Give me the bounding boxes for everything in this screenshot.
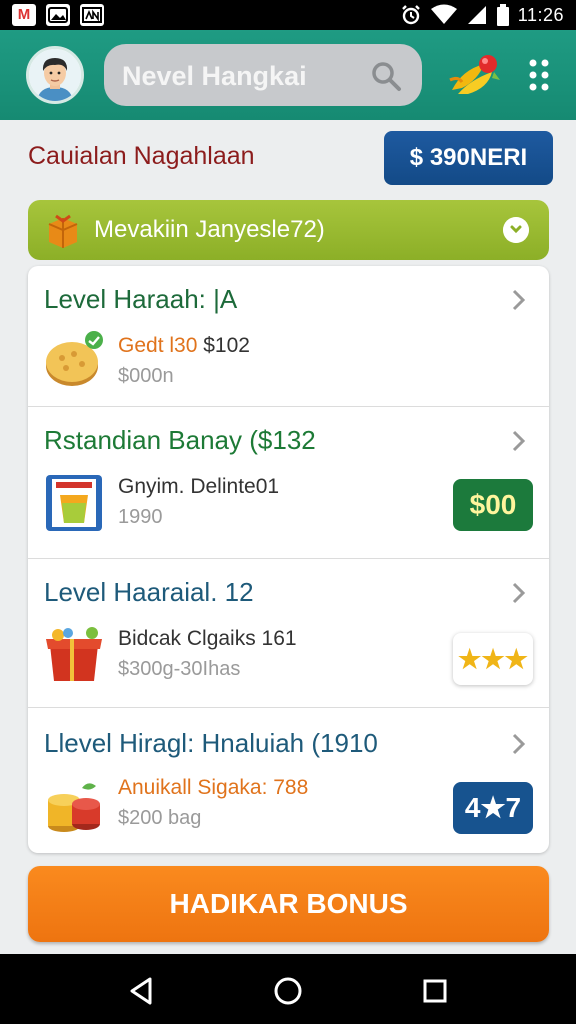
card-title: Level Haraah: |A bbox=[44, 284, 238, 314]
level-badge[interactable]: 4★7 bbox=[453, 782, 533, 834]
more-icon[interactable] bbox=[526, 56, 552, 94]
banner-text: Mevakiin Janyesle72) bbox=[94, 216, 325, 243]
chevron-right-icon[interactable] bbox=[509, 732, 527, 756]
card-detail: Gnyim. Delinte01 bbox=[118, 475, 280, 498]
battery-icon bbox=[496, 4, 509, 26]
card-subdetail: $300g-30Ihas bbox=[118, 658, 241, 680]
rating-badge[interactable]: ★★★ bbox=[453, 633, 533, 685]
card-detail: Gedt l30 $102 bbox=[118, 334, 250, 358]
signal-icon bbox=[467, 6, 486, 24]
gmail-icon: M bbox=[12, 4, 36, 26]
search-bar[interactable]: Nevel Hangkai bbox=[104, 44, 422, 106]
card-title-text: Llevel Hiragl: Hnaluiah (1910 bbox=[44, 728, 378, 758]
level-list: Level Haraah: |A Gedt l30 $102 $000n Rst… bbox=[28, 266, 549, 853]
coin-stack-icon bbox=[48, 783, 100, 832]
avatar[interactable] bbox=[26, 46, 84, 104]
chevron-right-icon[interactable] bbox=[509, 581, 527, 605]
chevron-right-icon[interactable] bbox=[509, 429, 527, 453]
alarm-icon bbox=[401, 5, 420, 25]
reward-badge[interactable]: $00 bbox=[453, 479, 533, 531]
gift-icon bbox=[48, 214, 78, 248]
card-title: Llevel Hiragl: Hnaluiah (1910 bbox=[44, 728, 378, 759]
bonus-button[interactable]: HADIKAR BONUS bbox=[28, 866, 549, 942]
card-detail: Anuikall Sigaka: 788 bbox=[118, 776, 309, 799]
mission-banner[interactable]: Mevakiin Janyesle72) bbox=[28, 200, 549, 260]
wifi-icon bbox=[430, 4, 457, 24]
app-bar: Nevel Hangkai bbox=[0, 30, 576, 120]
list-item[interactable]: Level Haaraial. 12 Bidcak Clgaiks 161 $3… bbox=[28, 559, 549, 708]
back-icon[interactable] bbox=[124, 974, 158, 1008]
gift-box-icon bbox=[46, 627, 102, 681]
navigation-bar bbox=[0, 954, 576, 1024]
card-detail: Bidcak Clgaiks 161 bbox=[118, 627, 297, 650]
status-bar: M 11:26 bbox=[0, 0, 576, 30]
chevron-right-icon[interactable] bbox=[503, 217, 529, 243]
photos-icon bbox=[46, 4, 70, 26]
coin-plate-icon bbox=[46, 331, 103, 386]
recents-icon[interactable] bbox=[418, 974, 452, 1008]
search-input[interactable]: Nevel Hangkai bbox=[122, 61, 307, 92]
card-detail-highlight: Gedt l30 bbox=[118, 334, 198, 357]
home-icon[interactable] bbox=[271, 974, 305, 1008]
juice-box-icon bbox=[46, 475, 102, 531]
card-title: Level Haaraial. 12 bbox=[44, 577, 254, 607]
page-title: Cauialan Nagahlaan bbox=[28, 142, 255, 170]
list-item[interactable]: Llevel Hiragl: Hnaluiah (1910 Anuikall S… bbox=[28, 708, 549, 853]
rocket-icon[interactable] bbox=[448, 50, 506, 100]
system-icons: 11:26 bbox=[400, 4, 564, 26]
card-subdetail: 1990 bbox=[118, 506, 163, 528]
clock: 11:26 bbox=[517, 4, 564, 25]
card-subdetail: $000n bbox=[118, 365, 174, 387]
balance-button[interactable]: $ 390NERI bbox=[384, 131, 553, 185]
news-icon bbox=[80, 4, 104, 26]
chevron-right-icon[interactable] bbox=[509, 288, 527, 312]
notification-icons: M bbox=[12, 4, 104, 26]
card-subdetail: $200 bag bbox=[118, 807, 202, 829]
card-title: Rstandian Banay ($132 bbox=[44, 425, 316, 455]
search-icon[interactable] bbox=[370, 60, 402, 92]
list-item[interactable]: Level Haraah: |A Gedt l30 $102 $000n bbox=[28, 266, 549, 407]
card-detail-value: $102 bbox=[197, 334, 250, 357]
list-item[interactable]: Rstandian Banay ($132 Gnyim. Delinte01 1… bbox=[28, 407, 549, 559]
